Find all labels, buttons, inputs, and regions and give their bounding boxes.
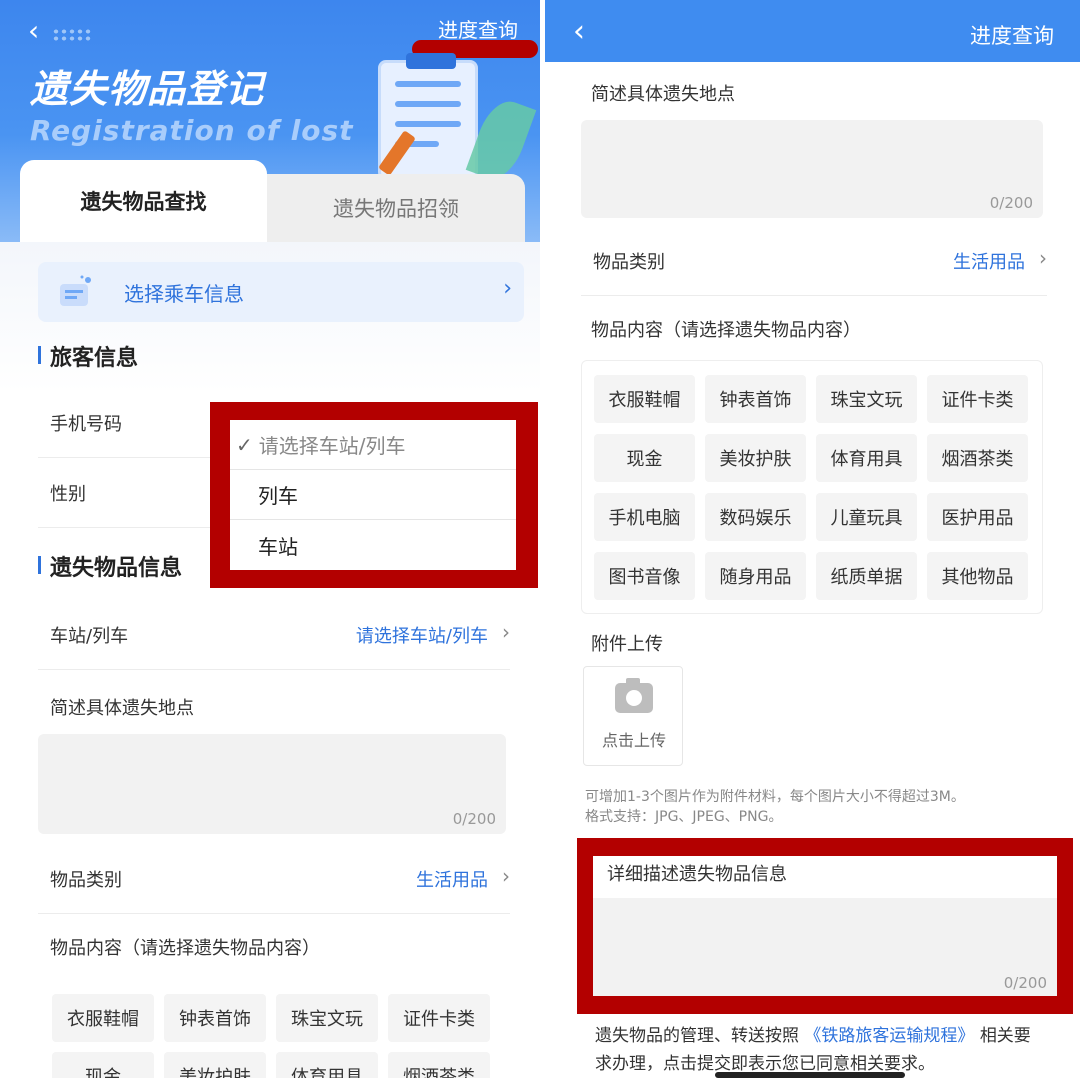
chevron-right-icon: › bbox=[1039, 246, 1047, 270]
chip-item[interactable]: 体育用具 bbox=[276, 1052, 378, 1078]
attachment-hint-format: 格式支持：JPG、JPEG、PNG。 bbox=[585, 809, 783, 825]
upload-label: 点击上传 bbox=[601, 731, 666, 750]
upload-button[interactable]: 点击上传 bbox=[583, 666, 683, 766]
chip-item[interactable]: 其他物品 bbox=[927, 552, 1028, 600]
page-title: 遗失物品登记 bbox=[30, 67, 265, 111]
category-label: 物品类别 bbox=[593, 252, 665, 273]
detail-char-count: 0/200 bbox=[1003, 974, 1047, 992]
dropdown-option-train[interactable]: 列车 bbox=[230, 470, 516, 520]
item-content-label: 物品内容（请选择遗失物品内容） bbox=[591, 320, 861, 341]
chip-item[interactable]: 烟酒茶类 bbox=[388, 1052, 490, 1078]
location-label: 简述具体遗失地点 bbox=[591, 84, 735, 105]
chevron-right-icon: › bbox=[502, 864, 510, 888]
detail-description-section: 详细描述遗失物品信息 0/200 bbox=[593, 856, 1057, 996]
location-input[interactable]: 0/200 bbox=[38, 734, 506, 834]
station-train-dropdown: ✓ 请选择车站/列车 列车 车站 bbox=[230, 420, 516, 570]
decorative-dots bbox=[52, 28, 92, 42]
chip-item[interactable]: 现金 bbox=[594, 434, 695, 482]
camera-icon bbox=[615, 678, 653, 713]
chip-item[interactable]: 图书音像 bbox=[594, 552, 695, 600]
chevron-right-icon: › bbox=[503, 276, 512, 301]
item-content-label: 物品内容（请选择遗失物品内容） bbox=[50, 938, 320, 959]
detail-description-input[interactable]: 0/200 bbox=[593, 898, 1057, 996]
location-input[interactable]: 0/200 bbox=[581, 120, 1043, 218]
progress-query-link[interactable]: 进度查询 bbox=[970, 20, 1054, 50]
select-ride-info-label: 选择乘车信息 bbox=[124, 282, 244, 306]
chip-item[interactable]: 数码娱乐 bbox=[705, 493, 806, 541]
location-char-count: 0/200 bbox=[452, 810, 496, 828]
agreement-text: 遗失物品的管理、转送按照 《铁路旅客运输规程》 相关要求办理，点击提交即表示您已… bbox=[595, 1022, 1035, 1078]
tab-lost-claim[interactable]: 遗失物品招领 bbox=[267, 174, 525, 242]
gender-label: 性别 bbox=[50, 484, 86, 505]
detail-description-label: 详细描述遗失物品信息 bbox=[607, 864, 787, 885]
item-content-card: 衣服鞋帽 钟表首饰 珠宝文玩 证件卡类 现金 美妆护肤 体育用具 烟酒茶类 手机… bbox=[581, 360, 1043, 614]
regulation-link[interactable]: 《铁路旅客运输规程》 bbox=[804, 1026, 974, 1046]
station-train-label: 车站/列车 bbox=[50, 626, 129, 647]
chip-item[interactable]: 手机电脑 bbox=[594, 493, 695, 541]
select-ride-info-button[interactable]: 选择乘车信息 › bbox=[38, 262, 524, 322]
chip-item[interactable]: 烟酒茶类 bbox=[927, 434, 1028, 482]
dropdown-option-station[interactable]: 车站 bbox=[230, 520, 516, 570]
chip-item[interactable]: 珠宝文玩 bbox=[276, 994, 378, 1042]
category-label: 物品类别 bbox=[50, 870, 122, 891]
chip-item[interactable]: 美妆护肤 bbox=[164, 1052, 266, 1078]
chip-item[interactable]: 衣服鞋帽 bbox=[594, 375, 695, 423]
attachment-hint-size: 可增加1-3个图片作为附件材料，每个图片大小不得超过3M。 bbox=[585, 789, 965, 805]
check-icon: ✓ bbox=[236, 432, 253, 457]
station-train-value: 请选择车站/列车 bbox=[355, 626, 488, 647]
agreement-prefix: 遗失物品的管理、转送按照 bbox=[595, 1026, 799, 1046]
station-train-row[interactable]: 车站/列车 请选择车站/列车 › bbox=[38, 600, 510, 670]
tab-lost-search[interactable]: 遗失物品查找 bbox=[20, 160, 267, 242]
form-body: 选择乘车信息 › 旅客信息 手机号码 性别 遗失物品信息 车站/列车 请选择车站… bbox=[0, 242, 540, 1078]
chip-item[interactable]: 现金 bbox=[52, 1052, 154, 1078]
item-content-grid: 衣服鞋帽 钟表首饰 珠宝文玩 证件卡类 现金 美妆护肤 体育用具 烟酒茶类 手机… bbox=[594, 375, 1028, 600]
location-label: 简述具体遗失地点 bbox=[50, 698, 194, 719]
dropdown-placeholder-option[interactable]: ✓ 请选择车站/列车 bbox=[230, 420, 516, 470]
tab-bar: 遗失物品查找 遗失物品招领 bbox=[20, 160, 525, 242]
section-passenger-info: 旅客信息 bbox=[38, 340, 138, 372]
category-row[interactable]: 物品类别 生活用品 › bbox=[581, 226, 1047, 296]
chip-item[interactable]: 衣服鞋帽 bbox=[52, 994, 154, 1042]
detail-description-highlight: 详细描述遗失物品信息 0/200 bbox=[577, 838, 1073, 1014]
category-value: 生活用品 bbox=[953, 252, 1025, 273]
left-screen: ‹ 进度查询 遗失物品登记 Registration of lost 遗失物品查… bbox=[0, 0, 540, 1078]
chip-item[interactable]: 医护用品 bbox=[927, 493, 1028, 541]
back-icon[interactable]: ‹ bbox=[28, 14, 39, 47]
chip-item[interactable]: 钟表首饰 bbox=[705, 375, 806, 423]
back-icon[interactable]: ‹ bbox=[573, 14, 585, 49]
ticket-icon bbox=[60, 275, 91, 306]
section-lost-item-info: 遗失物品信息 bbox=[38, 550, 182, 582]
attachment-label: 附件上传 bbox=[591, 634, 663, 655]
item-content-grid: 衣服鞋帽 钟表首饰 珠宝文玩 证件卡类 现金 美妆护肤 体育用具 烟酒茶类 bbox=[52, 994, 490, 1078]
category-row[interactable]: 物品类别 生活用品 › bbox=[38, 844, 510, 914]
chip-item[interactable]: 钟表首饰 bbox=[164, 994, 266, 1042]
chip-item[interactable]: 儿童玩具 bbox=[816, 493, 917, 541]
chip-item[interactable]: 美妆护肤 bbox=[705, 434, 806, 482]
station-train-dropdown-highlight: ✓ 请选择车站/列车 列车 车站 bbox=[210, 402, 538, 588]
home-indicator bbox=[715, 1072, 905, 1078]
chip-item[interactable]: 证件卡类 bbox=[388, 994, 490, 1042]
right-screen: ‹ 进度查询 简述具体遗失地点 0/200 物品类别 生活用品 › 物品内容（请… bbox=[545, 0, 1080, 1078]
phone-label: 手机号码 bbox=[50, 414, 122, 435]
chip-item[interactable]: 珠宝文玩 bbox=[816, 375, 917, 423]
chip-item[interactable]: 证件卡类 bbox=[927, 375, 1028, 423]
page-subtitle: Registration of lost bbox=[30, 114, 354, 147]
dropdown-placeholder-label: 请选择车站/列车 bbox=[258, 434, 406, 458]
chip-item[interactable]: 体育用具 bbox=[816, 434, 917, 482]
chip-item[interactable]: 随身用品 bbox=[705, 552, 806, 600]
location-char-count: 0/200 bbox=[989, 194, 1033, 212]
progress-query-link[interactable]: 进度查询 bbox=[438, 14, 518, 43]
category-value: 生活用品 bbox=[416, 870, 488, 891]
chip-item[interactable]: 纸质单据 bbox=[816, 552, 917, 600]
top-nav-bar: ‹ 进度查询 bbox=[545, 0, 1080, 62]
chevron-right-icon: › bbox=[502, 620, 510, 644]
